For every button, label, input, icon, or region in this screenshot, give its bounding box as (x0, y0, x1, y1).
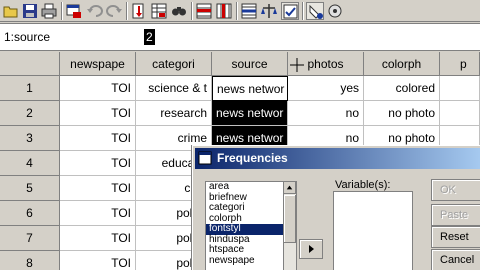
data-cell[interactable]: no (288, 101, 364, 126)
value-labels-icon[interactable] (306, 2, 324, 20)
insert-variable-icon[interactable] (215, 2, 233, 20)
find-icon[interactable] (170, 2, 188, 20)
data-cell[interactable]: TOI (60, 201, 136, 226)
variable-list-item[interactable]: fontstyl (206, 223, 283, 235)
data-cell[interactable]: colored (364, 76, 440, 101)
column-header[interactable]: categori (136, 52, 212, 76)
source-variable-list[interactable]: area briefnew categori colorph fontstyl hindu… (205, 181, 283, 270)
row-header[interactable]: 2 (0, 101, 60, 126)
frequencies-dialog: Frequencies area briefnew categori colorph f… (192, 145, 480, 270)
column-header[interactable]: source (212, 52, 288, 76)
open-icon[interactable] (2, 2, 20, 20)
insert-case-icon[interactable] (195, 2, 213, 20)
column-header[interactable]: p (440, 52, 480, 76)
selected-variables-list[interactable] (333, 191, 413, 270)
scrollbar-thumb[interactable] (284, 195, 296, 243)
grid-corner[interactable] (0, 52, 60, 76)
variable-list-item[interactable]: area (206, 182, 283, 193)
variables-icon[interactable] (150, 2, 168, 20)
data-cell[interactable] (440, 101, 480, 126)
dialog-title: Frequencies (217, 151, 288, 165)
data-cell[interactable]: news networ (212, 76, 288, 101)
save-icon[interactable] (21, 2, 39, 20)
column-resize-cursor-icon (290, 58, 304, 72)
move-to-variables-button[interactable] (299, 239, 323, 259)
redo-icon[interactable] (105, 2, 123, 20)
data-cell[interactable]: no photo (364, 101, 440, 126)
data-cell[interactable]: TOI (60, 151, 136, 176)
data-cell[interactable]: research (136, 101, 212, 126)
variable-list-item[interactable]: htspace (206, 244, 283, 256)
dialog-recall-icon[interactable] (65, 2, 83, 20)
column-header[interactable]: colorph (364, 52, 440, 76)
print-icon[interactable] (40, 2, 58, 20)
data-cell[interactable]: TOI (60, 101, 136, 126)
data-cell[interactable]: yes (288, 76, 364, 101)
data-cell[interactable]: TOI (60, 176, 136, 201)
reset-button[interactable]: Reset (431, 226, 480, 248)
row-header[interactable]: 5 (0, 176, 60, 201)
row-header[interactable]: 3 (0, 126, 60, 151)
cell-reference: 1:source (4, 30, 51, 44)
ok-button[interactable]: OK (431, 179, 480, 201)
variable-list-scrollbar[interactable] (283, 181, 297, 270)
row-header[interactable]: 7 (0, 226, 60, 251)
variable-list-item[interactable]: newspape (206, 255, 283, 267)
data-cell[interactable]: TOI (60, 126, 136, 151)
use-sets-icon[interactable] (326, 2, 344, 20)
row-header[interactable]: 8 (0, 251, 60, 270)
data-cell[interactable]: news networ (212, 101, 288, 126)
data-cell[interactable]: science & t (136, 76, 212, 101)
paste-button[interactable]: Paste (431, 204, 480, 226)
scroll-up-button[interactable] (284, 182, 296, 194)
cell-value-input[interactable]: 2 (144, 29, 155, 45)
data-cell[interactable]: TOI (60, 226, 136, 251)
arrow-right-icon (309, 245, 314, 253)
dialog-window-icon (198, 151, 212, 165)
undo-icon[interactable] (86, 2, 104, 20)
row-header[interactable]: 4 (0, 151, 60, 176)
variables-label: Variable(s): (335, 179, 391, 191)
data-cell[interactable] (440, 76, 480, 101)
data-cell[interactable]: TOI (60, 76, 136, 101)
select-cases-icon[interactable] (281, 2, 299, 20)
data-cell[interactable]: TOI (60, 251, 136, 270)
split-file-icon[interactable] (240, 2, 258, 20)
toolbar (0, 0, 480, 22)
row-header[interactable]: 1 (0, 76, 60, 101)
variable-list-item[interactable]: categori (206, 202, 283, 214)
dialog-title-bar[interactable]: Frequencies (195, 148, 480, 169)
weight-cases-icon[interactable] (260, 2, 278, 20)
cancel-button[interactable]: Cancel (431, 249, 480, 270)
scroll-up-arrow-icon (286, 185, 293, 190)
goto-case-icon[interactable] (130, 2, 148, 20)
column-header[interactable]: newspape (60, 52, 136, 76)
cell-editor-bar: 1:source 2 (0, 23, 480, 51)
row-header[interactable]: 6 (0, 201, 60, 226)
